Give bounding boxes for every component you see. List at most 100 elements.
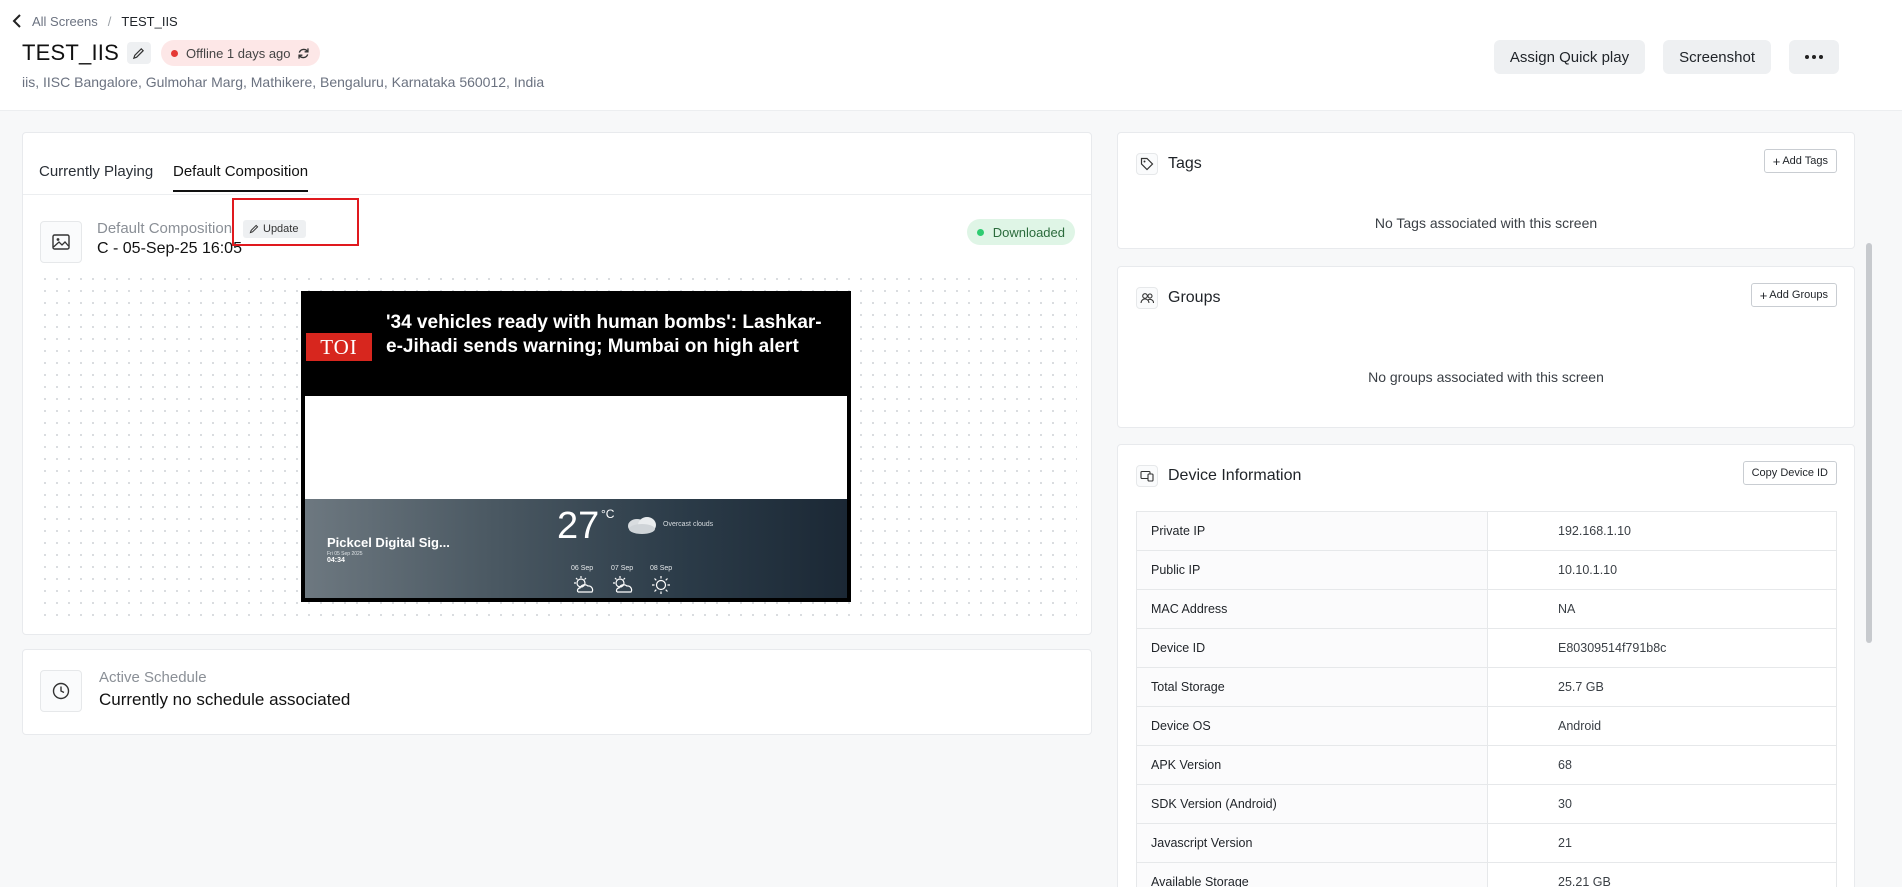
- page-title: TEST_IIS: [22, 40, 119, 65]
- device-info-value: E80309514f791b8c: [1487, 628, 1837, 668]
- schedule-label: Active Schedule: [99, 669, 207, 686]
- device-info-value: 30: [1487, 784, 1837, 824]
- device-info-key: MAC Address: [1136, 589, 1488, 629]
- table-row: SDK Version (Android) 30: [1136, 784, 1837, 824]
- groups-card: Groups + Add Groups No groups associated…: [1117, 266, 1855, 428]
- edit-name-button[interactable]: [126, 42, 151, 64]
- plus-icon: +: [1759, 287, 1768, 303]
- more-dot-icon: [1819, 55, 1823, 59]
- add-groups-button[interactable]: + Add Groups: [1750, 283, 1837, 307]
- table-row: Total Storage 25.7 GB: [1136, 667, 1837, 707]
- schedule-value: Currently no schedule associated: [99, 690, 351, 709]
- active-schedule-card: Active Schedule Currently no schedule as…: [22, 649, 1092, 735]
- breadcrumb-all-screens[interactable]: All Screens: [32, 14, 98, 29]
- device-info-key: Private IP: [1136, 511, 1488, 551]
- page-header: All Screens / TEST_IIS TEST_IIS Offline …: [0, 0, 1902, 111]
- image-icon: [40, 221, 82, 263]
- tags-card: Tags + Add Tags No Tags associated with …: [1117, 132, 1855, 249]
- device-info-value: 25.21 GB: [1487, 862, 1837, 887]
- page-scrollbar[interactable]: [1866, 243, 1872, 643]
- device-info-header: Device Information: [1136, 465, 1301, 487]
- pencil-icon: [249, 224, 259, 234]
- tab-currently-playing[interactable]: Currently Playing: [39, 163, 153, 190]
- tab-default-composition[interactable]: Default Composition: [173, 163, 309, 192]
- screenshot-button[interactable]: Screenshot: [1663, 40, 1771, 74]
- device-info-key: Public IP: [1136, 550, 1488, 590]
- device-info-value: 192.168.1.10: [1487, 511, 1837, 551]
- tag-icon: [1136, 153, 1158, 175]
- tags-empty-message: No Tags associated with this screen: [1374, 215, 1598, 231]
- sunny-icon: [652, 576, 670, 594]
- downloaded-dot-icon: [976, 228, 984, 236]
- header-actions: Assign Quick play Screenshot: [1493, 40, 1839, 74]
- groups-icon: [1136, 287, 1158, 309]
- partly-cloudy-icon: [613, 576, 633, 593]
- groups-header: Groups: [1136, 287, 1220, 309]
- temperature: 27: [557, 505, 600, 547]
- update-label: Update: [263, 223, 299, 235]
- main-content: Currently Playing Default Composition De…: [0, 111, 1902, 887]
- device-info-value: 10.10.1.10: [1487, 550, 1837, 590]
- add-tags-label: Add Tags: [1782, 155, 1828, 167]
- breadcrumb: All Screens / TEST_IIS: [8, 12, 178, 30]
- widget-time: 04:34: [327, 557, 345, 564]
- groups-empty-message: No groups associated with this screen: [1368, 369, 1604, 385]
- plus-icon: +: [1772, 153, 1781, 169]
- back-arrow-icon[interactable]: [8, 12, 26, 30]
- assign-quick-play-button[interactable]: Assign Quick play: [1493, 40, 1646, 74]
- download-status-badge: Downloaded: [966, 219, 1075, 245]
- device-info-key: Javascript Version: [1136, 823, 1488, 863]
- table-row: Device OS Android: [1136, 706, 1837, 746]
- more-dot-icon: [1812, 55, 1816, 59]
- devices-icon: [1136, 465, 1158, 487]
- device-info-key: Device ID: [1136, 628, 1488, 668]
- breadcrumb-separator: /: [107, 13, 112, 29]
- brand-name: Pickcel Digital Sig...: [327, 535, 450, 550]
- tags-title: Tags: [1168, 155, 1202, 172]
- forecast-day: 07 Sep: [611, 565, 634, 572]
- composition-name: C - 05-Sep-25 16:05: [97, 240, 242, 257]
- table-row: Public IP 10.10.1.10: [1136, 550, 1837, 590]
- device-info-value: 68: [1487, 745, 1837, 785]
- download-status-text: Downloaded: [992, 224, 1065, 240]
- toi-logo: TOI: [306, 333, 372, 361]
- news-headline: '34 vehicles ready with human bombs': La…: [386, 312, 822, 357]
- add-groups-label: Add Groups: [1769, 289, 1828, 301]
- composition-preview[interactable]: TOI '34 vehicles ready with human bombs'…: [301, 291, 851, 602]
- cloud-icon: [628, 517, 656, 534]
- device-info-key: SDK Version (Android): [1136, 784, 1488, 824]
- table-row: Private IP 192.168.1.10: [1136, 511, 1837, 551]
- device-info-value: NA: [1487, 589, 1837, 629]
- composition-tabs: Currently Playing Default Composition: [23, 133, 1091, 195]
- update-composition-button[interactable]: Update: [243, 220, 307, 238]
- table-row: APK Version 68: [1136, 745, 1837, 785]
- weather-condition: Overcast clouds: [663, 521, 714, 528]
- groups-title: Groups: [1168, 289, 1221, 306]
- status-text: Offline 1 days ago: [185, 45, 291, 61]
- composition-preview-area: TOI '34 vehicles ready with human bombs'…: [39, 273, 1077, 617]
- temperature-unit: °C: [601, 507, 615, 521]
- preview-blank-zone: [305, 396, 847, 499]
- news-ticker: TOI '34 vehicles ready with human bombs'…: [301, 291, 851, 396]
- partly-cloudy-icon: [574, 576, 594, 593]
- composition-card: Currently Playing Default Composition De…: [22, 132, 1092, 635]
- device-info-value: Android: [1487, 706, 1837, 746]
- device-info-table: Private IP 192.168.1.10 Public IP 10.10.1.…: [1136, 511, 1837, 887]
- device-info-key: APK Version: [1136, 745, 1488, 785]
- more-options-button[interactable]: [1789, 40, 1839, 74]
- status-badge: Offline 1 days ago: [160, 40, 320, 66]
- breadcrumb-current: TEST_IIS: [121, 13, 178, 29]
- device-info-title: Device Information: [1168, 467, 1302, 484]
- device-info-key: Device OS: [1136, 706, 1488, 746]
- forecast-day: 08 Sep: [650, 565, 673, 572]
- copy-device-id-button[interactable]: Copy Device ID: [1742, 461, 1837, 485]
- weather-widget: Pickcel Digital Sig... Fri 05 Sep 2025 0…: [305, 499, 847, 598]
- add-tags-button[interactable]: + Add Tags: [1763, 149, 1837, 173]
- clock-icon: [40, 670, 82, 712]
- pencil-icon: [133, 47, 145, 59]
- device-info-value: 21: [1487, 823, 1837, 863]
- table-row: MAC Address NA: [1136, 589, 1837, 629]
- screen-address: iis, IISC Bangalore, Gulmohar Marg, Math…: [22, 74, 545, 90]
- device-info-value: 25.7 GB: [1487, 667, 1837, 707]
- refresh-icon[interactable]: [297, 47, 310, 60]
